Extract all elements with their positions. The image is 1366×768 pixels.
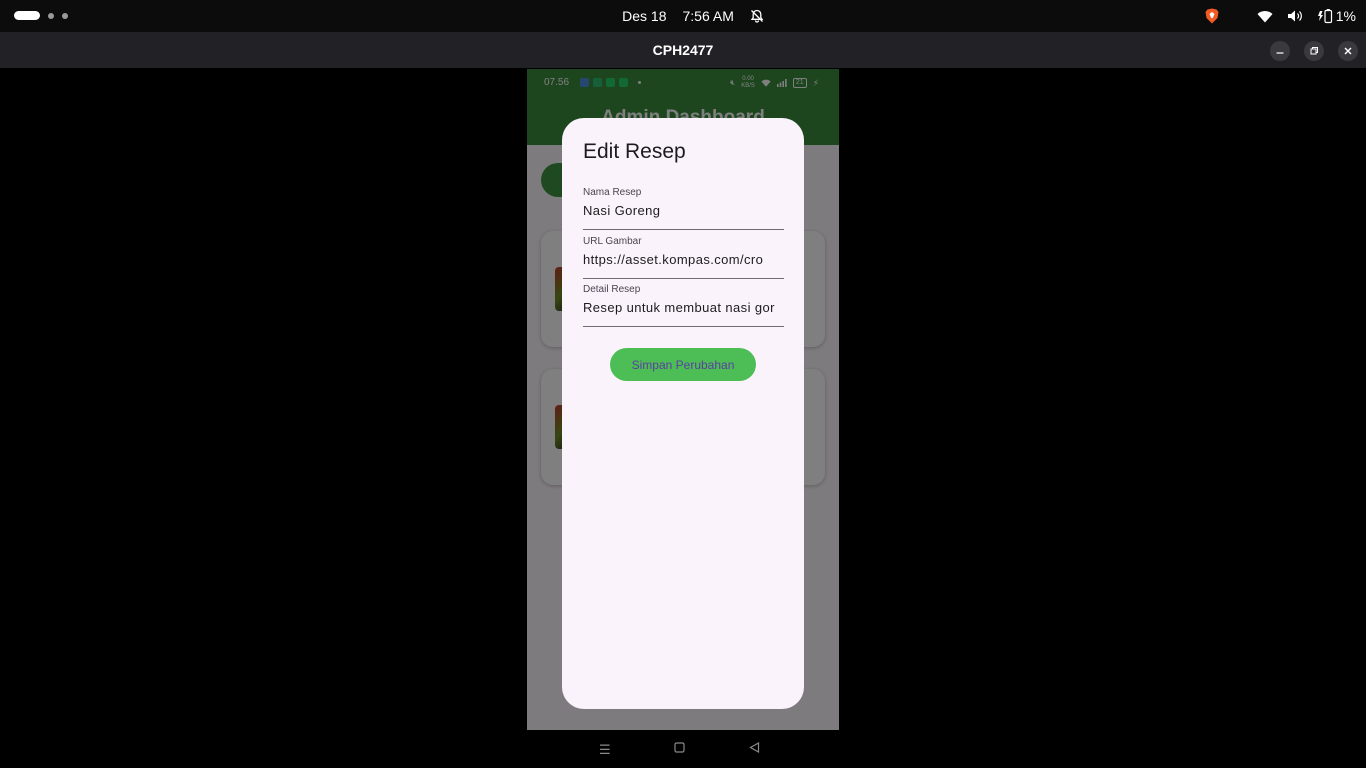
back-icon[interactable] bbox=[749, 741, 760, 756]
recipe-name-input[interactable]: Nasi Goreng bbox=[583, 203, 784, 218]
battery-percent: 1% bbox=[1335, 8, 1356, 24]
recipe-detail-input[interactable]: Resep untuk membuat nasi gor bbox=[583, 300, 784, 315]
recents-icon[interactable]: ☰ bbox=[599, 742, 611, 758]
recipe-name-field[interactable]: Nama Resep Nasi Goreng bbox=[583, 185, 784, 230]
minimize-icon bbox=[1276, 52, 1284, 54]
image-url-field[interactable]: URL Gambar https://asset.kompas.com/cro bbox=[583, 234, 784, 279]
volume-icon[interactable] bbox=[1287, 9, 1303, 23]
image-url-input[interactable]: https://asset.kompas.com/cro bbox=[583, 252, 784, 267]
field-label: Detail Resep bbox=[583, 284, 641, 295]
save-changes-button[interactable]: Simpan Perubahan bbox=[610, 348, 756, 381]
brave-browser-icon[interactable] bbox=[1205, 8, 1219, 24]
minimize-button[interactable] bbox=[1270, 41, 1290, 61]
battery-indicator[interactable]: 1% bbox=[1317, 8, 1356, 24]
edit-recipe-dialog: Edit Resep Nama Resep Nasi Goreng URL Ga… bbox=[562, 118, 804, 709]
clock[interactable]: Des 18 7:56 AM bbox=[0, 0, 1366, 32]
restore-button[interactable] bbox=[1304, 41, 1324, 61]
battery-charging-icon bbox=[1317, 9, 1332, 24]
field-label: Nama Resep bbox=[583, 187, 642, 198]
wifi-icon[interactable] bbox=[1257, 10, 1273, 23]
close-icon bbox=[1344, 47, 1352, 55]
time-label: 7:56 AM bbox=[682, 8, 734, 24]
window-title: CPH2477 bbox=[652, 42, 714, 58]
phone-screen: 07.56 🔇︎ 0.00 KB/S 21 ⚡︎ Admin Dashboard bbox=[527, 69, 839, 730]
home-icon[interactable] bbox=[674, 741, 685, 756]
close-button[interactable] bbox=[1338, 41, 1358, 61]
system-top-bar: Des 18 7:56 AM 1% bbox=[0, 0, 1366, 32]
notifications-off-icon bbox=[750, 9, 764, 23]
dialog-title: Edit Resep bbox=[583, 140, 686, 163]
system-tray[interactable]: 1% bbox=[1205, 0, 1356, 32]
restore-icon bbox=[1310, 47, 1318, 55]
field-label: URL Gambar bbox=[583, 236, 642, 247]
android-nav-bar: ☰ bbox=[527, 730, 839, 768]
date-label: Des 18 bbox=[622, 8, 667, 24]
recipe-detail-field[interactable]: Detail Resep Resep untuk membuat nasi go… bbox=[583, 282, 784, 327]
window-header[interactable]: CPH2477 bbox=[0, 32, 1366, 68]
